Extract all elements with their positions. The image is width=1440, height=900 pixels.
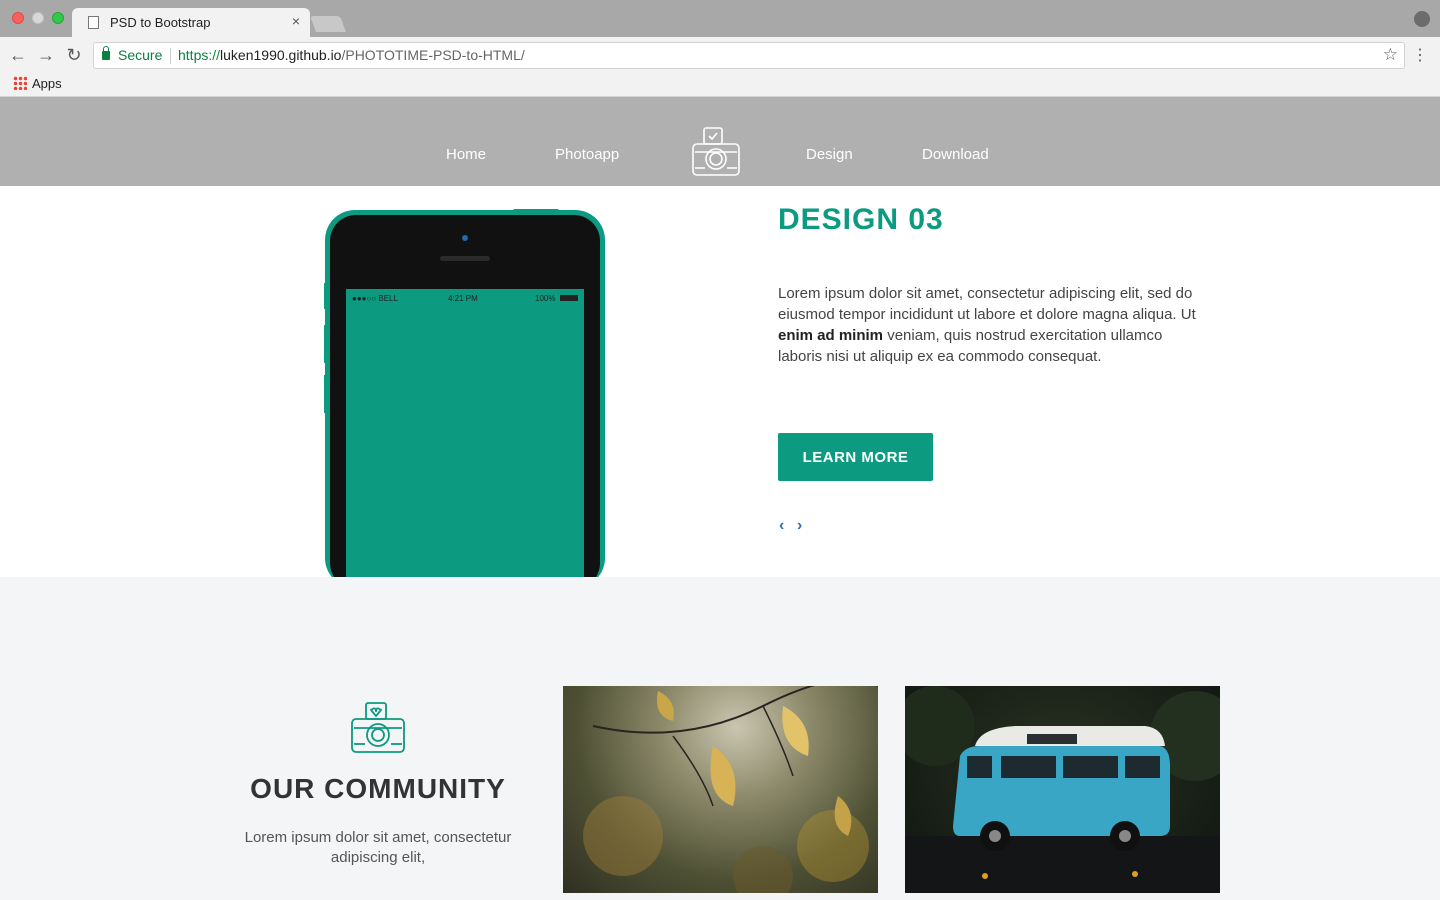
hero-text-bold: enim ad minim	[778, 327, 884, 344]
autumn-leaves-photo	[563, 686, 878, 893]
community-text: Lorem ipsum dolor sit amet, consectetur …	[244, 829, 512, 866]
hero-section: ●●●○○ BELL 4:21 PM 100% DESIGN 03 Lorem …	[0, 186, 1440, 589]
community-section: OUR COMMUNITY Lorem ipsum dolor sit amet…	[0, 577, 1440, 900]
tab-title: PSD to Bootstrap	[110, 15, 211, 30]
hero-title: DESIGN 03	[778, 203, 944, 236]
bookmarks-bar: Apps	[0, 73, 1440, 97]
reload-icon[interactable]: ↻	[64, 45, 84, 65]
nav-download[interactable]: Download	[922, 146, 989, 163]
lock-icon	[102, 46, 110, 60]
browser-tab[interactable]: PSD to Bootstrap ×	[72, 8, 310, 37]
camera-logo-icon[interactable]	[692, 127, 740, 177]
nav-design[interactable]: Design	[806, 146, 853, 163]
new-tab-button[interactable]	[310, 16, 346, 32]
profile-icon[interactable]	[1414, 11, 1430, 27]
url-path: /PHOTOTIME-PSD-to-HTML/	[341, 47, 525, 63]
url-host: luken1990.github.io	[220, 47, 342, 63]
next-slide-icon[interactable]: ›	[797, 517, 802, 535]
web-page: Home Photoapp Design Download ●●●○○ BELL…	[0, 97, 1440, 900]
close-window-button[interactable]	[12, 12, 24, 24]
battery-icon	[560, 295, 578, 301]
learn-more-button[interactable]: LEARN MORE	[778, 433, 933, 481]
tab-close-icon[interactable]: ×	[292, 13, 300, 29]
forward-icon[interactable]: →	[36, 45, 56, 65]
back-icon[interactable]: ←	[8, 45, 28, 65]
phone-mockup: ●●●○○ BELL 4:21 PM 100%	[324, 209, 605, 589]
url-scheme: https://	[178, 47, 221, 63]
phone-carrier: ●●●○○ BELL	[352, 294, 399, 303]
nav-photoapp[interactable]: Photoapp	[555, 146, 619, 163]
prev-slide-icon[interactable]: ‹	[779, 517, 784, 535]
camera-icon	[351, 702, 405, 753]
menu-icon[interactable]: ⋮	[1412, 45, 1428, 65]
browser-toolbar: ← → ↻ Secure https://luken1990.github.io…	[0, 37, 1440, 73]
community-title: OUR COMMUNITY	[250, 773, 506, 804]
blue-van-photo	[905, 686, 1220, 893]
hero-paragraph: Lorem ipsum dolor sit amet, consectetur …	[778, 283, 1198, 367]
star-icon[interactable]: ☆	[1383, 45, 1398, 65]
secure-label: Secure	[118, 47, 163, 63]
browser-tab-bar: PSD to Bootstrap ×	[0, 0, 1440, 37]
page-icon	[88, 16, 99, 29]
apps-icon[interactable]	[13, 76, 27, 90]
phone-time: 4:21 PM	[448, 294, 478, 303]
phone-battery-text: 100%	[535, 294, 555, 303]
minimize-window-button[interactable]	[32, 12, 44, 24]
address-bar[interactable]: Secure https://luken1990.github.io/PHOTO…	[93, 42, 1405, 69]
site-navigation: Home Photoapp Design Download	[0, 97, 1440, 186]
maximize-window-button[interactable]	[52, 12, 64, 24]
bookmark-apps[interactable]: Apps	[32, 76, 62, 91]
url-text[interactable]: https://luken1990.github.io/PHOTOTIME-PS…	[178, 47, 525, 63]
nav-home[interactable]: Home	[446, 146, 486, 163]
divider	[170, 48, 171, 64]
hero-text-start: Lorem ipsum dolor sit amet, consectetur …	[778, 285, 1196, 323]
